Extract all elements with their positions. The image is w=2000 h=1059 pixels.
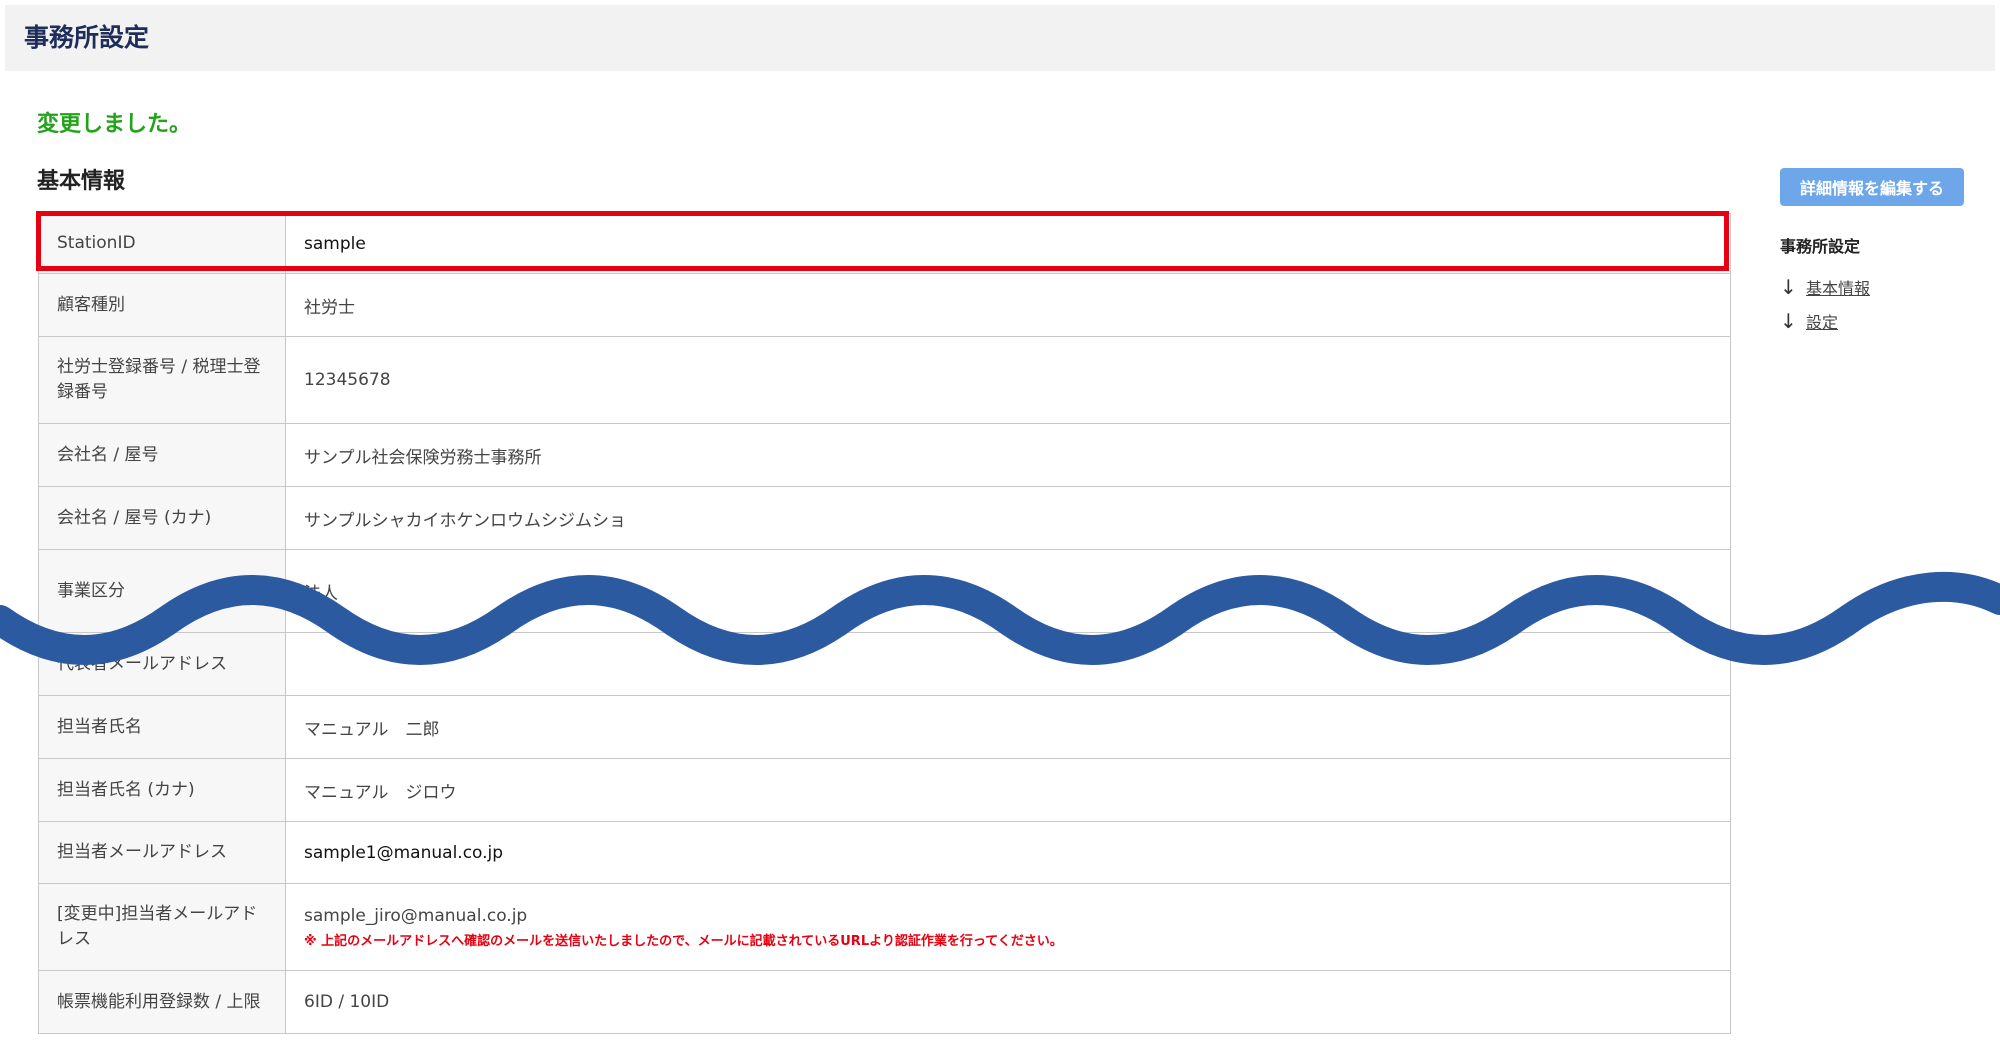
row-value: マニュアル 二郎 xyxy=(285,695,1731,759)
arrow-down-icon: ↓ xyxy=(1780,309,1797,333)
side-link-basic-info[interactable]: ↓ 基本情報 xyxy=(1780,270,1980,304)
side-link-settings-label[interactable]: 設定 xyxy=(1806,309,1838,333)
row-label: 社労士登録番号 / 税理士登録番号 xyxy=(38,336,286,424)
pending-email-value: sample_jiro@manual.co.jp xyxy=(304,905,528,926)
table-row-contact-name-kana: 担当者氏名 (カナ) マニュアル ジロウ xyxy=(38,758,1731,822)
success-message: 変更しました。 xyxy=(37,112,192,137)
side-navigation: 事務所設定 ↓ 基本情報 ↓ 設定 xyxy=(1780,236,1980,338)
side-nav-title: 事務所設定 xyxy=(1780,237,1861,256)
verification-note: ※ 上記のメールアドレスへ確認のメールを送信いたしましたので、メールに記載されて… xyxy=(304,933,1063,949)
side-link-settings[interactable]: ↓ 設定 xyxy=(1780,304,1980,338)
edit-details-button[interactable]: 詳細情報を編集する xyxy=(1780,168,1964,206)
page-header: 事務所設定 xyxy=(5,5,1995,71)
side-link-basic-info-label[interactable]: 基本情報 xyxy=(1806,275,1870,299)
page-title: 事務所設定 xyxy=(24,23,150,52)
row-value: sample xyxy=(285,213,1731,274)
row-value: サンプルシャカイホケンロウムシジムショ xyxy=(285,486,1731,550)
table-row-company-name: 会社名 / 屋号 サンプル社会保険労務士事務所 xyxy=(38,423,1731,487)
wave-divider xyxy=(0,571,2000,665)
row-label: StationID xyxy=(38,213,286,274)
row-label: 担当者氏名 (カナ) xyxy=(38,758,286,822)
table-row-company-name-kana: 会社名 / 屋号 (カナ) サンプルシャカイホケンロウムシジムショ xyxy=(38,486,1731,550)
table-row-station-id: StationID sample xyxy=(38,213,1731,274)
row-label: [変更中]担当者メールアドレス xyxy=(38,883,286,971)
table-row-registration-number: 社労士登録番号 / 税理士登録番号 12345678 xyxy=(38,336,1731,424)
row-value: 社労士 xyxy=(285,273,1731,337)
section-title: 基本情報 xyxy=(37,169,126,194)
row-value: 12345678 xyxy=(285,336,1731,424)
table-row-customer-type: 顧客種別 社労士 xyxy=(38,273,1731,337)
row-label: 会社名 / 屋号 (カナ) xyxy=(38,486,286,550)
table-row-contact-email: 担当者メールアドレス sample1@manual.co.jp xyxy=(38,821,1731,884)
row-label: 顧客種別 xyxy=(38,273,286,337)
row-value: sample1@manual.co.jp xyxy=(285,821,1731,884)
row-label: 担当者氏名 xyxy=(38,695,286,759)
row-value: 6ID / 10ID xyxy=(285,970,1731,1034)
table-row-pending-email: [変更中]担当者メールアドレス sample_jiro@manual.co.jp… xyxy=(38,883,1731,971)
row-value: マニュアル ジロウ xyxy=(285,758,1731,822)
row-value: サンプル社会保険労務士事務所 xyxy=(285,423,1731,487)
table-row-form-usage: 帳票機能利用登録数 / 上限 6ID / 10ID xyxy=(38,970,1731,1034)
row-label: 担当者メールアドレス xyxy=(38,821,286,884)
row-label: 会社名 / 屋号 xyxy=(38,423,286,487)
row-label: 帳票機能利用登録数 / 上限 xyxy=(38,970,286,1034)
arrow-down-icon: ↓ xyxy=(1780,275,1797,299)
row-value-pending-email: sample_jiro@manual.co.jp ※ 上記のメールアドレスへ確認… xyxy=(285,883,1731,971)
table-row-contact-name: 担当者氏名 マニュアル 二郎 xyxy=(38,695,1731,759)
